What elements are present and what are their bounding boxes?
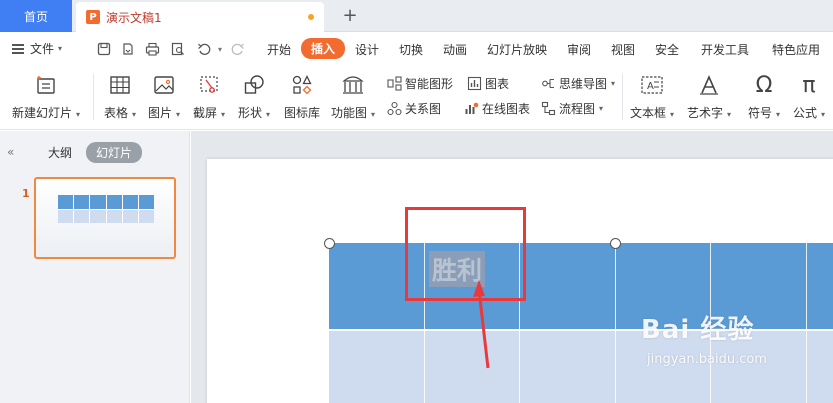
thumbnail-table [58,195,154,223]
menu-special-apps[interactable]: 特色应用 [772,41,820,58]
menu-developer[interactable]: 开发工具 [701,41,749,58]
menu-design[interactable]: 设计 [355,41,379,58]
wordart-label: 艺术字 ▾ [687,106,732,120]
tab-bar: 首页 P 演示文稿1 + [0,0,833,32]
pi-icon: π [802,72,816,98]
table-icon [107,72,133,98]
table-label: 表格 ▾ [104,106,137,120]
print-preview-icon[interactable] [170,41,186,57]
slide-editing-canvas: 胜利 Bai 经验 jingyan.baidu.com [191,131,833,403]
highlight-box [405,207,526,301]
insert-ribbon: 新建幻灯片 ▾ 表格 ▾ 图片 ▾ 截屏 ▾ 形状 ▾ 图标库 功能图 ▾ 智能… [0,66,833,130]
scissors-icon [196,72,222,98]
wordart-button[interactable]: 艺术字 ▾ [687,72,731,121]
menu-home[interactable]: 开始 [267,41,291,58]
menu-slideshow[interactable]: 幻灯片放映 [487,41,547,58]
tab-slides[interactable]: 幻灯片 [86,142,143,163]
undo-icon[interactable] [196,41,212,57]
screenshot-button[interactable]: 截屏 ▾ [193,72,225,121]
symbol-label: 符号 ▾ [748,106,781,120]
omega-icon: Ω [755,72,773,98]
flowchart-icon [540,101,556,117]
relation-chart-icon [386,101,402,117]
watermark-logo: Bai 经验 [641,315,755,345]
file-menu[interactable]: 文件 ▾ [12,40,62,57]
chart-button[interactable]: 图表 [466,75,509,92]
online-chart-icon [463,101,479,117]
collapse-panel-icon[interactable]: « [7,145,14,159]
save-icon[interactable] [96,41,112,57]
shapes-icon [241,72,267,98]
unsaved-dot-icon [308,14,314,20]
relation-chart-button[interactable]: 关系图 [386,100,441,117]
resize-handle[interactable] [324,238,335,249]
picture-label: 图片 ▾ [148,106,181,120]
formula-button[interactable]: π 公式 ▾ [793,72,825,121]
picture-button[interactable]: 图片 ▾ [148,72,180,121]
ribbon-divider [622,74,623,120]
menu-view[interactable]: 视图 [611,41,635,58]
baidu-watermark: Bai 经验 jingyan.baidu.com [641,309,767,367]
textbox-button[interactable]: A 文本框 ▾ [630,72,674,121]
textbox-label: 文本框 ▾ [630,106,675,120]
function-chart-icon [340,72,366,98]
new-slide-label: 新建幻灯片 ▾ [12,106,81,120]
new-slide-button[interactable]: 新建幻灯片 ▾ [12,72,80,121]
wordart-icon [696,72,722,98]
slide-navigation-panel: « 大纲 幻灯片 1 [0,131,190,403]
flowchart-button[interactable]: 流程图 ▾ [540,100,603,117]
redo-icon[interactable] [230,41,246,57]
svg-text:A: A [647,81,654,92]
mind-map-icon [540,76,556,92]
document-tab[interactable]: P 演示文稿1 [76,2,324,32]
table-button[interactable]: 表格 ▾ [104,72,136,121]
menu-insert[interactable]: 插入 [301,38,346,59]
formula-label: 公式 ▾ [793,106,826,120]
icon-library-label: 图标库 [284,106,321,120]
hamburger-icon [12,43,24,54]
chevron-down-icon: ▾ [58,44,63,53]
symbol-button[interactable]: Ω 符号 ▾ [748,72,780,121]
shape-label: 形状 ▾ [238,106,271,120]
new-tab-button[interactable]: + [338,3,362,27]
menu-security[interactable]: 安全 [655,41,679,58]
watermark-url: jingyan.baidu.com [647,352,767,367]
menu-transitions[interactable]: 切换 [399,41,423,58]
resize-handle[interactable] [610,238,621,249]
smart-graphic-button[interactable]: 智能图形 [386,75,453,92]
document-title: 演示文稿1 [106,10,162,25]
undo-menu-chevron-icon[interactable]: ▾ [212,41,228,57]
export-pdf-icon[interactable] [120,41,136,57]
picture-icon [151,72,177,98]
ribbon-divider [93,74,94,120]
chart-icon [466,76,482,92]
shape-button[interactable]: 形状 ▾ [238,72,270,121]
icon-library-icon [289,72,315,98]
slide-number: 1 [22,187,30,200]
function-chart-button[interactable]: 功能图 ▾ [331,72,375,121]
online-chart-button[interactable]: 在线图表 [463,100,530,117]
textbox-icon: A [639,72,665,98]
mind-map-button[interactable]: 思维导图 ▾ [540,75,615,92]
menu-review[interactable]: 审阅 [567,41,591,58]
screenshot-label: 截屏 ▾ [193,106,226,120]
tab-outline[interactable]: 大纲 [48,144,72,161]
home-tab[interactable]: 首页 [0,0,72,32]
icon-library-button[interactable]: 图标库 [284,72,320,121]
presentation-icon: P [86,10,100,24]
function-chart-label: 功能图 ▾ [331,106,376,120]
menu-bar: 文件 ▾ ▾ 开始 插入 设计 切换 动画 幻灯片放映 审阅 视图 安全 开发工… [0,32,833,66]
slide-thumbnail[interactable] [34,177,176,259]
print-icon[interactable] [144,41,160,57]
menu-animations[interactable]: 动画 [443,41,467,58]
file-menu-label: 文件 [30,42,55,56]
smart-graphic-icon [386,76,402,92]
new-slide-icon [33,72,59,98]
